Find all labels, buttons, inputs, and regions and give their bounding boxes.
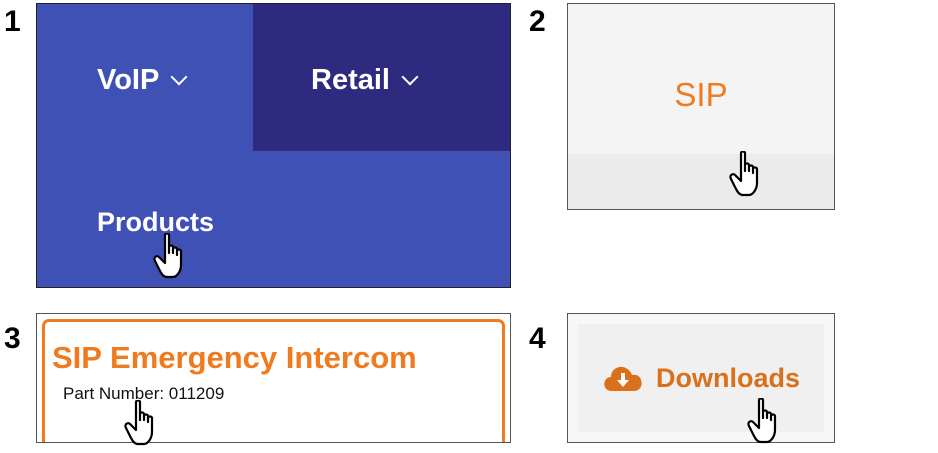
- product-card[interactable]: [42, 319, 505, 442]
- step-number-3: 3: [4, 322, 21, 355]
- step-number-2: 2: [529, 5, 546, 38]
- step-number-4: 4: [529, 322, 546, 355]
- hand-cursor-icon: [747, 398, 777, 444]
- chevron-down-icon: [401, 68, 419, 85]
- step-number-1: 1: [4, 5, 21, 38]
- menu-voip[interactable]: VoIP: [97, 64, 188, 97]
- sip-category-panel: SIP: [567, 3, 835, 210]
- hand-cursor-icon: [124, 400, 154, 446]
- hand-cursor-icon: [729, 151, 759, 197]
- product-card-panel: SIP Emergency Intercom Part Number: 0112…: [36, 313, 511, 443]
- nav-menu-panel: VoIP Retail Products: [36, 3, 511, 288]
- menu-retail[interactable]: Retail: [311, 64, 419, 97]
- menu-voip-label: VoIP: [97, 64, 160, 96]
- panel-footer-strip: [568, 154, 834, 209]
- sip-category-link[interactable]: SIP: [568, 76, 834, 114]
- cloud-download-icon: [604, 366, 642, 391]
- downloads-tab[interactable]: Downloads: [578, 324, 824, 432]
- downloads-label: Downloads: [655, 362, 800, 393]
- menu-retail-label: Retail: [311, 64, 390, 96]
- product-title-link[interactable]: SIP Emergency Intercom: [52, 340, 417, 376]
- chevron-down-icon: [170, 68, 188, 85]
- hand-cursor-icon: [153, 233, 183, 279]
- downloads-panel: Downloads: [567, 313, 835, 443]
